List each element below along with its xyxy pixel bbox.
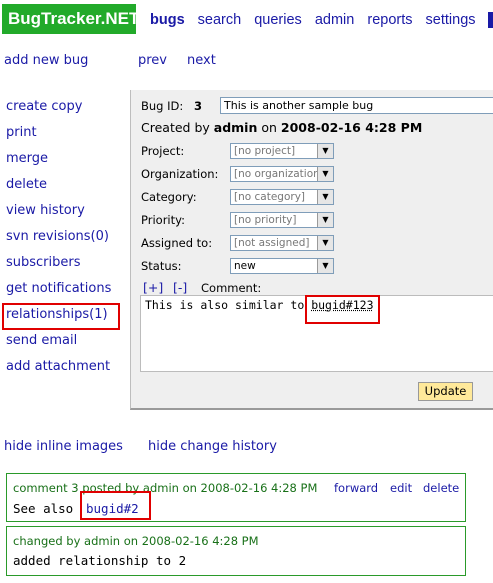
- nav-admin[interactable]: admin: [315, 12, 355, 28]
- nav-settings[interactable]: settings: [426, 12, 476, 28]
- bug-id-value: 3: [194, 99, 203, 113]
- nav-bugs[interactable]: bugs: [150, 12, 185, 28]
- next-link[interactable]: next: [187, 53, 216, 68]
- priority-select[interactable]: [no priority] ▼: [230, 212, 334, 228]
- created-on-date: 2008-02-16 4:28 PM: [280, 120, 423, 135]
- change-entry: changed by admin on 2008-02-16 4:28 PM a…: [6, 526, 466, 576]
- comment-meta: comment 3 posted by admin on 2008-02-16 …: [13, 481, 318, 495]
- chevron-down-icon: ▼: [317, 144, 333, 158]
- edit-link[interactable]: edit: [390, 481, 412, 495]
- status-value: new: [234, 260, 256, 272]
- bug-edit-panel: Bug ID: 3 This is another sample bug Cre…: [130, 90, 493, 410]
- assigned-to-select[interactable]: [not assigned] ▼: [230, 235, 334, 251]
- comment-reference-highlight: [305, 295, 380, 324]
- nav-reports[interactable]: reports: [367, 12, 412, 28]
- prev-link[interactable]: prev: [138, 53, 167, 68]
- priority-value: [no priority]: [234, 214, 297, 226]
- add-new-bug-link[interactable]: add new bug: [4, 53, 88, 68]
- priority-label: Priority:: [141, 213, 185, 227]
- nav-overflow-marker: [488, 12, 493, 28]
- print-link[interactable]: print: [6, 125, 37, 140]
- create-copy-link[interactable]: create copy: [6, 99, 82, 114]
- send-email-link[interactable]: send email: [6, 333, 77, 348]
- chevron-down-icon: ▼: [317, 236, 333, 250]
- status-label: Status:: [141, 259, 182, 273]
- project-label: Project:: [141, 144, 185, 158]
- chevron-down-icon: ▼: [317, 167, 333, 181]
- main-nav: bugs search queries admin reports settin…: [150, 12, 485, 28]
- top-bar: BugTracker.NET bugs search queries admin…: [0, 0, 493, 40]
- organization-label: Organization:: [141, 167, 219, 181]
- comment-entry: comment 3 posted by admin on 2008-02-16 …: [6, 473, 466, 522]
- hide-change-history-link[interactable]: hide change history: [148, 439, 277, 454]
- category-value: [no category]: [234, 191, 306, 203]
- comment-text: This is also similar to: [145, 298, 305, 312]
- category-select[interactable]: [no category] ▼: [230, 189, 334, 205]
- change-body: added relationship to 2: [13, 553, 187, 568]
- created-by-line: Created by admin on 2008-02-16 4:28 PM: [141, 120, 422, 135]
- bug-id-label: Bug ID:: [141, 99, 184, 113]
- svn-revisions-link[interactable]: svn revisions(0): [6, 229, 109, 244]
- collapse-comment-button[interactable]: [-]: [173, 280, 187, 295]
- update-button[interactable]: Update: [418, 382, 473, 401]
- short-description-input[interactable]: This is another sample bug: [220, 97, 493, 114]
- category-label: Category:: [141, 190, 197, 204]
- project-value: [no project]: [234, 145, 296, 157]
- assigned-to-value: [not assigned]: [234, 237, 310, 249]
- change-meta: changed by admin on 2008-02-16 4:28 PM: [13, 534, 259, 548]
- comment-body: See also: [13, 501, 74, 516]
- assigned-to-label: Assigned to:: [141, 236, 213, 250]
- forward-link[interactable]: forward: [334, 481, 378, 495]
- organization-select[interactable]: [no organization] ▼: [230, 166, 334, 182]
- delete-comment-link[interactable]: delete: [423, 481, 459, 495]
- status-select[interactable]: new ▼: [230, 258, 334, 274]
- comment-label: Comment:: [201, 281, 262, 295]
- project-select[interactable]: [no project] ▼: [230, 143, 334, 159]
- nav-queries[interactable]: queries: [254, 12, 302, 28]
- subscribers-link[interactable]: subscribers: [6, 255, 81, 270]
- comment-link-highlight: [80, 491, 151, 520]
- created-by-label: Created by: [141, 120, 210, 135]
- created-by-user: admin: [213, 120, 258, 135]
- created-on-label: on: [261, 120, 277, 135]
- relationships-highlight: [2, 303, 120, 330]
- add-attachment-link[interactable]: add attachment: [6, 359, 110, 374]
- delete-link[interactable]: delete: [6, 177, 47, 192]
- chevron-down-icon: ▼: [317, 190, 333, 204]
- expand-comment-button[interactable]: [+]: [143, 280, 163, 295]
- view-history-link[interactable]: view history: [6, 203, 85, 218]
- app-logo[interactable]: BugTracker.NET: [2, 4, 139, 34]
- nav-search[interactable]: search: [198, 12, 242, 28]
- get-notifications-link[interactable]: get notifications: [6, 281, 111, 296]
- organization-value: [no organization]: [234, 168, 324, 180]
- chevron-down-icon: ▼: [317, 213, 333, 227]
- chevron-down-icon: ▼: [317, 259, 333, 273]
- merge-link[interactable]: merge: [6, 151, 48, 166]
- hide-inline-images-link[interactable]: hide inline images: [4, 439, 123, 454]
